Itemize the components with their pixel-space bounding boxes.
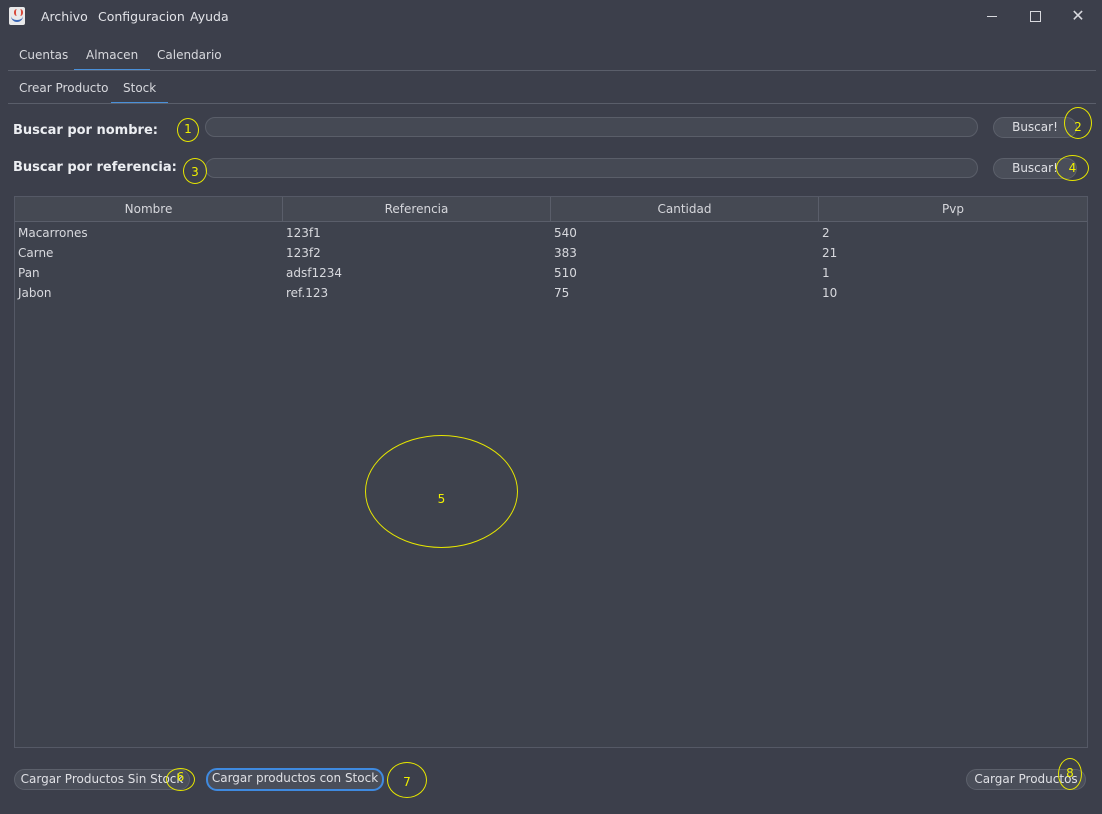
annotation-3: 3 [183,158,207,184]
load-products-with-stock-button[interactable]: Cargar productos con Stock [206,768,384,791]
cell-referencia: adsf1234 [286,266,342,280]
search-name-input[interactable] [205,117,978,137]
minimize-button[interactable] [972,4,1012,28]
cell-nombre: Carne [18,246,54,260]
table-row[interactable]: Pan adsf1234 510 1 [15,263,1087,283]
cell-pvp: 1 [822,266,830,280]
tab-crear-producto[interactable]: Crear Producto [19,81,108,95]
cell-pvp: 21 [822,246,838,260]
annotation-5: 5 [365,435,518,548]
table-row[interactable]: Macarrones 123f1 540 2 [15,223,1087,243]
title-bar: Archivo Configuracion Ayuda ✕ [0,0,1102,33]
column-header-pvp[interactable]: Pvp [819,197,1087,221]
products-table[interactable]: Nombre Referencia Cantidad Pvp Macarrone… [14,196,1088,748]
load-products-without-stock-button[interactable]: Cargar Productos Sin Stock [14,769,190,790]
search-ref-input[interactable] [205,158,978,178]
search-ref-label: Buscar por referencia: [13,160,177,175]
annotation-2: 2 [1064,107,1092,139]
cell-referencia: 123f1 [286,226,321,240]
column-header-cantidad[interactable]: Cantidad [551,197,819,221]
cell-cantidad: 75 [554,286,570,300]
cell-pvp: 2 [822,226,830,240]
cell-referencia: 123f2 [286,246,321,260]
table-header: Nombre Referencia Cantidad Pvp [15,197,1087,222]
annotation-6: 6 [166,768,195,791]
tab-stock[interactable]: Stock [110,81,169,104]
column-header-nombre[interactable]: Nombre [15,197,283,221]
java-app-icon [9,7,25,25]
cell-cantidad: 383 [554,246,577,260]
menu-archivo[interactable]: Archivo [41,9,88,24]
cell-nombre: Macarrones [18,226,88,240]
sub-tabs-divider [8,103,1096,104]
cell-pvp: 10 [822,286,838,300]
table-row[interactable]: Jabon ref.123 75 10 [15,283,1087,303]
maximize-button[interactable] [1015,4,1055,28]
annotation-7: 7 [387,762,427,798]
close-button[interactable]: ✕ [1058,4,1098,28]
annotation-4: 4 [1056,155,1089,181]
cell-nombre: Pan [18,266,40,280]
column-header-referencia[interactable]: Referencia [283,197,551,221]
search-name-label: Buscar por nombre: [13,123,158,138]
cell-nombre: Jabon [18,286,52,300]
tab-almacen[interactable]: Almacen [73,48,151,71]
menu-ayuda[interactable]: Ayuda [190,9,229,24]
menu-configuracion[interactable]: Configuracion [98,9,185,24]
table-row[interactable]: Carne 123f2 383 21 [15,243,1087,263]
cell-cantidad: 510 [554,266,577,280]
cell-cantidad: 540 [554,226,577,240]
tab-cuentas[interactable]: Cuentas [19,48,68,62]
cell-referencia: ref.123 [286,286,329,300]
main-tabs-divider [8,70,1096,71]
annotation-1: 1 [177,118,199,142]
annotation-8: 8 [1058,758,1082,790]
tab-calendario[interactable]: Calendario [157,48,222,62]
